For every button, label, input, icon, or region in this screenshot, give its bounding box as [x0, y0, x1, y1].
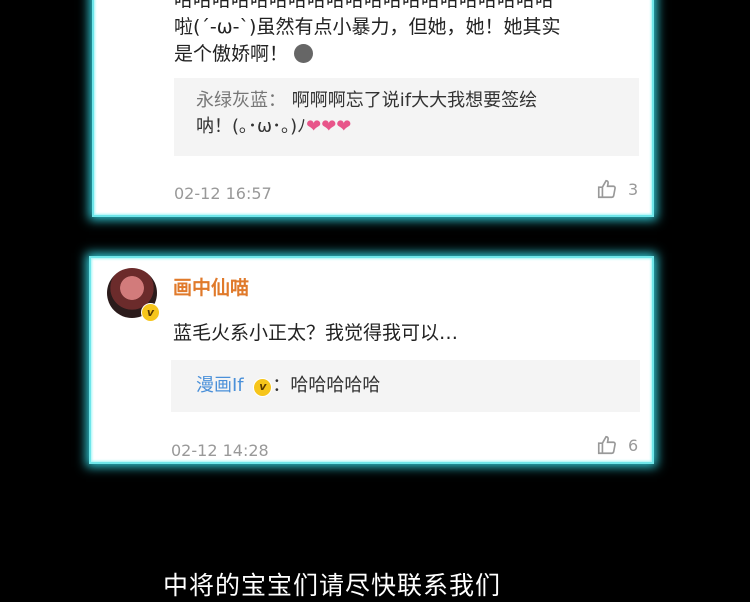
timestamp: 02-12 16:57	[174, 184, 272, 203]
verified-badge-icon: v	[141, 303, 160, 322]
comment-text-line: 哈哈哈哈哈哈哈哈哈哈哈哈哈哈哈哈哈哈哈哈	[174, 0, 555, 11]
reply-text: ：哈哈哈哈哈	[272, 375, 381, 396]
verified-badge-icon: v	[253, 377, 273, 397]
reply-box[interactable]: 永绿灰蓝： 啊啊啊忘了说if大大我想要签绘 呐！(｡･ω･｡)ﾉ❤❤❤	[174, 78, 639, 156]
thumbs-up-icon	[597, 179, 616, 199]
timestamp: 02-12 14:28	[171, 441, 269, 460]
comment-text-line: 是个傲娇啊！	[174, 41, 560, 68]
reply-author[interactable]: 永绿灰蓝：	[196, 90, 286, 111]
footer-caption: 中将的宝宝们请尽快联系我们	[163, 571, 502, 600]
emoji-icon	[294, 44, 314, 63]
comment-text-line: 啦(´-ω-`)虽然有点小暴力，但她，她！她其实	[174, 16, 561, 38]
reply-text: 啊啊啊忘了说if大大我想要签绘	[291, 90, 538, 111]
comment-card: 哈哈哈哈哈哈哈哈哈哈哈哈哈哈哈哈哈哈哈哈 啦(´-ω-`)虽然有点小暴力，但她，…	[92, 0, 654, 217]
comment-text: 蓝毛火系小正太？我觉得我可以…	[173, 322, 459, 344]
comment-card: v 画中仙喵 蓝毛火系小正太？我觉得我可以… 漫画If v ：哈哈哈哈哈 02-1…	[89, 256, 654, 464]
username[interactable]: 画中仙喵	[173, 273, 249, 300]
thumbs-up-icon	[597, 435, 616, 455]
reply-text: 呐！(｡･ω･｡)ﾉ	[196, 116, 307, 137]
heart-icon: ❤❤❤	[306, 116, 352, 137]
like-count: 3	[628, 179, 639, 199]
comment-text: 哈哈哈哈哈哈哈哈哈哈哈哈哈哈哈哈哈哈哈哈 啦(´-ω-`)虽然有点小暴力，但她，…	[174, 0, 560, 68]
reply-author[interactable]: 漫画If	[196, 375, 244, 396]
like-count: 6	[628, 435, 639, 455]
reply-box[interactable]: 漫画If v ：哈哈哈哈哈	[171, 360, 640, 412]
like-button[interactable]: 3	[596, 178, 638, 200]
like-button[interactable]: 6	[596, 434, 638, 456]
